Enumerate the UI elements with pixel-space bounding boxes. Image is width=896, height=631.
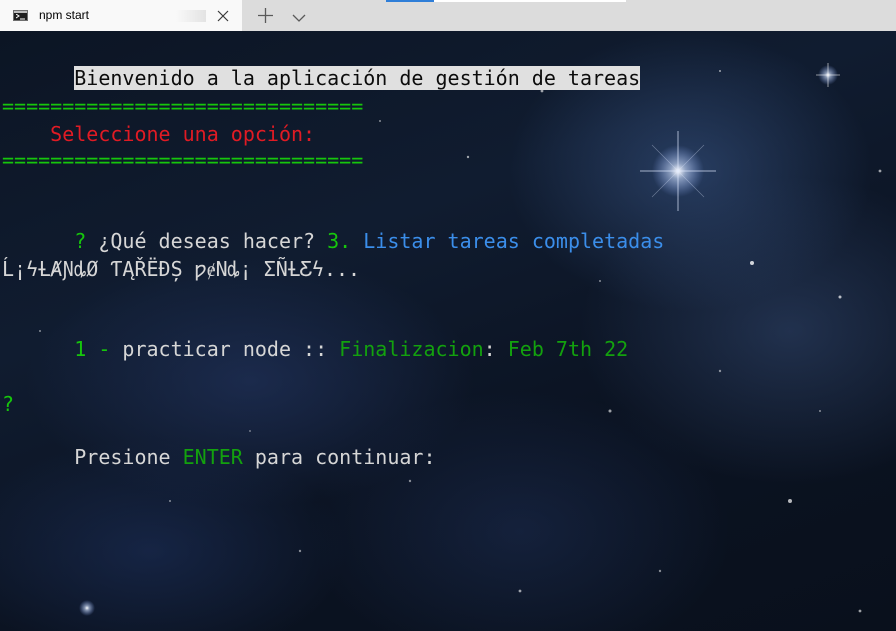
answer-text: Listar tareas completadas: [351, 229, 665, 253]
welcome-line: Bienvenido a la aplicación de gestión de…: [2, 39, 641, 90]
continue-suffix: para continuar:: [242, 445, 436, 469]
close-icon[interactable]: [216, 8, 230, 22]
separator-bottom: ==============================: [2, 148, 364, 172]
task-colon: :: [483, 337, 508, 361]
question-line: ? ¿Qué deseas hacer? 3. Listar tareas co…: [2, 202, 664, 253]
chevron-down-icon[interactable]: [292, 9, 306, 22]
welcome-text: Bienvenido a la aplicación de gestión de…: [74, 66, 641, 90]
terminal-icon: [13, 10, 28, 21]
plus-icon[interactable]: [257, 7, 274, 24]
continue-prompt-mark: ?: [2, 392, 15, 416]
question-text: ¿Qué deseas hacer?: [86, 229, 328, 253]
terminal-pane[interactable]: Bienvenido a la aplicación de gestión de…: [0, 31, 896, 631]
menu-title: Seleccione una opción:: [2, 122, 316, 146]
tab-npm-start[interactable]: npm start: [0, 0, 242, 31]
window-title-strip: [434, 0, 626, 2]
task-separator: ::: [291, 337, 340, 361]
continue-prefix: Presione: [74, 445, 183, 469]
tab-title: npm start: [39, 8, 90, 22]
spinner-line: Ĺ¡ϟȽȺƝȡØ ƬĄŘËĐȘ ƿɇNȡ¡ ƩÑȽƸϟ...: [2, 257, 361, 281]
continue-line: Presione ENTER para continuar:: [2, 418, 435, 469]
prompt-mark: ?: [74, 229, 87, 253]
task-date: Feb 7th 22: [507, 337, 629, 361]
tab-bar: npm start: [0, 0, 896, 31]
task-label: Finalizacion: [339, 337, 484, 361]
task-row: 1 - practicar node :: Finalizacion: Feb …: [2, 310, 628, 361]
window-accent-strip: [386, 0, 434, 2]
tab-title-fade: [176, 10, 206, 22]
answer-number: 3.: [327, 229, 352, 253]
task-index: 1 -: [74, 337, 123, 361]
task-name: practicar node: [122, 337, 291, 361]
separator-top: ==============================: [2, 94, 364, 118]
continue-key: ENTER: [182, 445, 243, 469]
